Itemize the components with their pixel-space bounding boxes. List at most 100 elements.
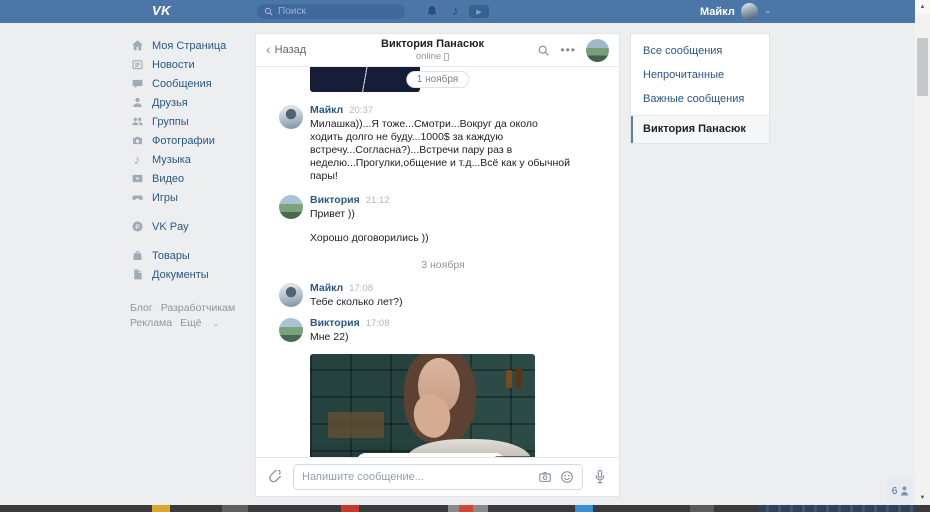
messages-icon: [130, 77, 144, 91]
chevron-down-icon: ⌄: [764, 5, 772, 16]
chat-status: online: [336, 51, 529, 62]
message-input-box[interactable]: [293, 464, 583, 490]
page-scrollbar[interactable]: ▲ ▼: [915, 0, 930, 505]
more-options-icon[interactable]: •••: [560, 46, 576, 54]
chat-title-block: Виктория Панасюк online: [336, 38, 529, 62]
message-body: Майкл 17:08 Тебе сколько лет?): [310, 283, 403, 309]
message-text: Привет )): [310, 208, 390, 221]
avatar[interactable]: [279, 283, 303, 307]
sidebar-item-groups[interactable]: Группы: [130, 112, 252, 131]
nav-footer-links: Блог Разработчикам Реклама Ещё ⌄: [130, 301, 252, 331]
message-author-link[interactable]: Майкл: [310, 105, 343, 116]
message-text: Мне 22): [310, 331, 390, 344]
avatar[interactable]: [279, 105, 303, 129]
svg-text:P: P: [135, 224, 140, 231]
message-text: Милашка))...Я тоже...Смотри...Вокруг да …: [310, 118, 570, 183]
search-input[interactable]: [278, 6, 398, 17]
taskbar-icon: [459, 505, 473, 512]
message-time: 17:08: [349, 283, 373, 294]
sidebar-item-video[interactable]: Видео: [130, 169, 252, 188]
sidebar-item-market[interactable]: Товары: [130, 246, 252, 265]
vk-logo[interactable]: VK: [152, 3, 171, 18]
sidebar-item-messages[interactable]: Сообщения: [130, 74, 252, 93]
camera-icon[interactable]: [538, 470, 552, 484]
taskbar-windows: [757, 505, 915, 512]
avatar[interactable]: [279, 195, 303, 219]
user-avatar: [741, 3, 758, 20]
composer-bar: [256, 457, 619, 496]
message: Майкл 20:37 Милашка))...Я тоже...Смотри.…: [279, 105, 607, 183]
back-label: Назад: [275, 44, 307, 56]
user-name: Майкл: [700, 6, 735, 18]
sidebar-item-games[interactable]: Игры: [130, 188, 252, 207]
scrollbar-thumb[interactable]: [917, 38, 928, 96]
message-list: 1 ноября Майкл 20:37 Милашка))...Я тоже.…: [256, 67, 619, 457]
video-attachment[interactable]: ↓ Перейти в конец истории 0:02: [310, 354, 535, 457]
nav-divider: [130, 207, 252, 217]
message: Хорошо договорились )): [310, 232, 607, 245]
message: Виктория 21:12 Привет )): [279, 195, 607, 221]
microphone-icon[interactable]: [593, 469, 607, 485]
filter-unread[interactable]: Непрочитанные: [631, 63, 769, 87]
sidebar-item-label: Музыка: [152, 154, 191, 166]
jump-to-story-end-button[interactable]: ↓ Перейти в конец истории: [356, 453, 505, 457]
user-menu[interactable]: Майкл ⌄: [700, 0, 771, 23]
sidebar-item-photos[interactable]: Фотографии: [130, 131, 252, 150]
message-author-link[interactable]: Майкл: [310, 283, 343, 294]
taskbar-icon: [152, 505, 170, 512]
footer-link-ads[interactable]: Реклама: [130, 317, 172, 329]
message-author-link[interactable]: Виктория: [310, 195, 360, 206]
global-search[interactable]: [257, 4, 405, 19]
sidebar-nav: Моя Страница Новости Сообщения Друзья Гр…: [130, 36, 252, 331]
attachment-image-partial[interactable]: [310, 67, 420, 92]
message-input[interactable]: [302, 471, 530, 483]
scrollbar-down-arrow[interactable]: ▼: [915, 492, 930, 504]
sidebar-item-label: Документы: [152, 269, 209, 281]
selected-conversation[interactable]: Виктория Панасюк: [631, 116, 769, 143]
filter-all-messages[interactable]: Все сообщения: [631, 39, 769, 63]
footer-link-more[interactable]: Ещё ⌄: [180, 317, 227, 329]
taskbar-icon: [222, 505, 248, 512]
friends-icon: [130, 96, 144, 110]
market-icon: [130, 249, 144, 263]
music-note-icon: ♪: [130, 153, 144, 167]
message-time: 20:37: [349, 105, 373, 116]
message-body: Виктория 21:12 Привет )): [310, 195, 390, 221]
sidebar-item-news[interactable]: Новости: [130, 55, 252, 74]
footer-link-blog[interactable]: Блог: [130, 302, 153, 314]
person-icon: [900, 486, 909, 496]
sidebar-item-label: VK Pay: [152, 221, 189, 233]
games-icon: [130, 191, 144, 205]
paperclip-icon[interactable]: [268, 470, 283, 485]
bell-icon[interactable]: [425, 4, 439, 18]
music-icon[interactable]: ♪: [452, 2, 459, 19]
phone-icon: [444, 53, 449, 61]
taskbar-icon: [575, 505, 593, 512]
chat-peer-avatar[interactable]: [586, 39, 609, 62]
sidebar-item-my-page[interactable]: Моя Страница: [130, 36, 252, 55]
footer-link-developers[interactable]: Разработчикам: [161, 302, 236, 314]
sidebar-item-music[interactable]: ♪ Музыка: [130, 150, 252, 169]
scrollbar-up-arrow[interactable]: ▲: [915, 0, 930, 14]
online-friends-badge[interactable]: 6: [887, 478, 914, 504]
news-icon: [130, 58, 144, 72]
video-player-icon[interactable]: ▶: [469, 5, 489, 18]
smiley-icon[interactable]: [560, 470, 574, 484]
sidebar-item-label: Сообщения: [152, 78, 212, 90]
sidebar-item-friends[interactable]: Друзья: [130, 93, 252, 112]
sidebar-item-docs[interactable]: Документы: [130, 265, 252, 284]
top-bar: VK ♪ ▶ Майкл ⌄: [0, 0, 915, 23]
avatar[interactable]: [279, 318, 303, 342]
back-button[interactable]: ‹ Назад: [266, 44, 336, 56]
chat-search-icon[interactable]: [537, 44, 550, 57]
message-body: Хорошо договорились )): [310, 232, 429, 245]
message-body: Виктория 17:08 Мне 22): [310, 318, 390, 344]
sidebar-item-vkpay[interactable]: P VK Pay: [130, 217, 252, 236]
sidebar-item-label: Видео: [152, 173, 184, 185]
filter-important[interactable]: Важные сообщения: [631, 87, 769, 111]
sidebar-item-label: Друзья: [152, 97, 188, 109]
chat-title[interactable]: Виктория Панасюк: [336, 38, 529, 50]
message-author-link[interactable]: Виктория: [310, 318, 360, 329]
chat-header: ‹ Назад Виктория Панасюк online •••: [256, 34, 619, 67]
chat-header-actions: •••: [529, 39, 609, 62]
